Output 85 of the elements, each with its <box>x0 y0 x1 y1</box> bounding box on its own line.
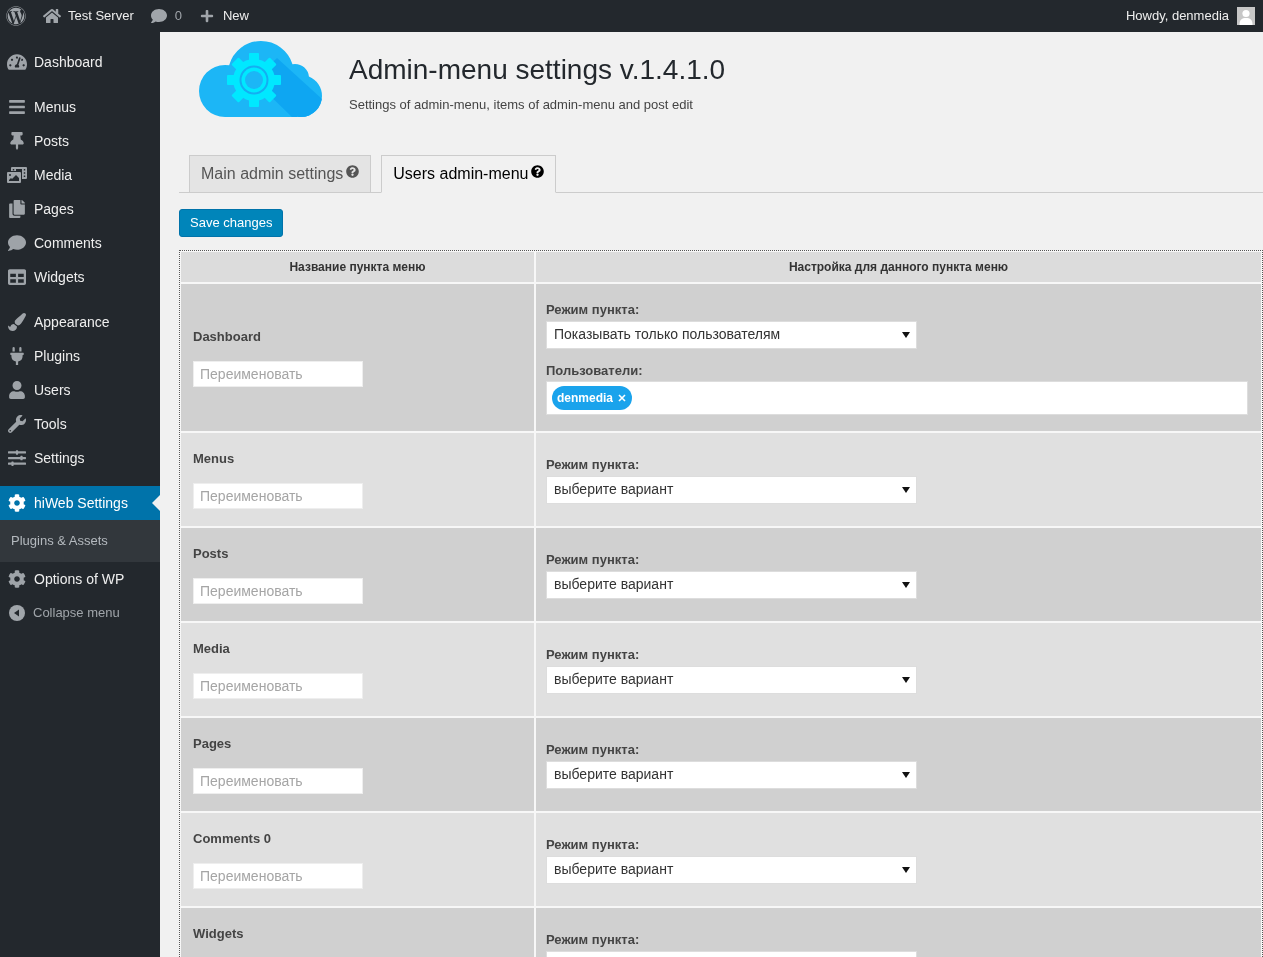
rename-field[interactable]: Переименовать <box>193 863 363 889</box>
menu-item[interactable]: Users <box>0 373 160 407</box>
submenu-item[interactable]: Plugins & Assets <box>0 530 160 552</box>
menu-item[interactable]: hiWeb Settings <box>0 486 160 520</box>
menu-item[interactable]: Settings <box>0 441 160 475</box>
gear-icon <box>7 494 27 512</box>
caret-icon <box>902 331 910 338</box>
table-icon <box>7 268 27 286</box>
menu-item[interactable]: Tools <box>0 407 160 441</box>
menu-item[interactable]: Widgets <box>0 260 160 294</box>
help-icon <box>531 164 545 178</box>
menu-item[interactable]: Media <box>0 158 160 192</box>
pushpin-icon <box>7 132 27 150</box>
caret-icon <box>902 676 910 683</box>
tab[interactable]: Main admin settings <box>189 155 372 192</box>
field-label: Режим пункта: <box>546 835 641 854</box>
caret-icon <box>902 581 910 588</box>
comment-icon <box>7 234 27 252</box>
help-icon <box>346 164 360 178</box>
gauge-icon <box>7 53 27 71</box>
mode-select[interactable]: выберите вариант <box>546 665 917 694</box>
rename-field[interactable]: Переименовать <box>193 673 363 699</box>
menu-item[interactable]: Posts <box>0 124 160 158</box>
rename-field[interactable]: Переименовать <box>193 361 363 387</box>
caret-icon <box>902 771 910 778</box>
field-label: Режим пункта: <box>546 740 641 759</box>
mode-select[interactable]: выберите вариант <box>546 475 917 504</box>
save-changes-button[interactable]: Save changes <box>179 209 284 237</box>
new-link[interactable]: New <box>200 6 249 26</box>
tab[interactable]: Users admin-menu <box>381 155 557 193</box>
field-label: Режим пункта: <box>546 550 641 569</box>
rename-field[interactable]: Переименовать <box>193 578 363 604</box>
plus-icon <box>200 9 214 23</box>
menu-item[interactable]: Options of WP <box>0 562 160 596</box>
pages-icon <box>7 200 27 218</box>
field-label: Режим пункта: <box>546 455 641 474</box>
menu-item-name: Media <box>193 640 231 658</box>
field-label: Пользователи: <box>546 361 644 380</box>
menu-item[interactable]: Pages <box>0 192 160 226</box>
menu-item-name: Widgets <box>193 925 245 943</box>
field-label: Режим пункта: <box>546 645 641 664</box>
wrench-icon <box>7 415 27 433</box>
caret-icon <box>902 486 910 493</box>
field-label: Режим пункта: <box>546 930 641 949</box>
rename-field[interactable]: Переименовать <box>193 768 363 794</box>
rename-field[interactable]: Переименовать <box>193 483 363 509</box>
collapse-icon <box>9 605 25 621</box>
site-name-link[interactable]: Test Server <box>43 6 134 26</box>
menu-item-name: Pages <box>193 735 233 753</box>
mode-select[interactable]: выберите вариант <box>546 760 917 789</box>
account-link[interactable]: Howdy, denmedia <box>1125 6 1255 26</box>
menu-item-name: Menus <box>193 450 236 468</box>
pointer-arrow-icon <box>152 495 160 511</box>
menu-item[interactable]: Appearance <box>0 305 160 339</box>
collapse-menu-button[interactable]: Collapse menu <box>0 596 160 630</box>
menu-item[interactable]: Plugins <box>0 339 160 373</box>
column-header: Настройка для данного пункта меню <box>536 252 1261 282</box>
caret-icon <box>902 866 910 873</box>
page-title: Admin-menu settings v.1.4.1.0 <box>349 53 726 87</box>
field-label: Режим пункта: <box>546 300 641 319</box>
user-icon <box>7 381 27 399</box>
page-subtitle: Settings of admin-menu, items of admin-menu and post edit <box>349 96 694 114</box>
menu-item-name: Posts <box>193 545 230 563</box>
plug-icon <box>7 347 27 365</box>
paintbrush-icon <box>7 313 27 331</box>
mode-select[interactable]: Показывать только пользователям <box>546 320 917 349</box>
home-icon <box>43 8 61 24</box>
menu-item[interactable]: Comments <box>0 226 160 260</box>
mode-select[interactable]: выберите вариант <box>546 570 917 599</box>
remove-icon[interactable] <box>618 393 626 402</box>
user-name: denmedia <box>557 389 613 407</box>
mode-select[interactable]: выберите вариант <box>546 855 917 884</box>
avatar-icon <box>1237 7 1255 25</box>
menu-item-name: Dashboard <box>193 328 262 346</box>
gear-icon <box>7 570 27 588</box>
sliders-icon <box>7 449 27 467</box>
menu-item-name: Comments 0 <box>193 830 273 848</box>
photo-video-icon <box>7 166 27 184</box>
w-logo-icon[interactable] <box>6 6 26 26</box>
menu-item[interactable]: Menus <box>0 90 160 124</box>
comment-icon <box>150 8 167 24</box>
menu-item[interactable]: Dashboard <box>0 45 160 79</box>
menu-icon <box>7 98 27 116</box>
comments-link[interactable]: 0 <box>150 6 182 26</box>
column-header: Название пункта меню <box>181 252 534 282</box>
